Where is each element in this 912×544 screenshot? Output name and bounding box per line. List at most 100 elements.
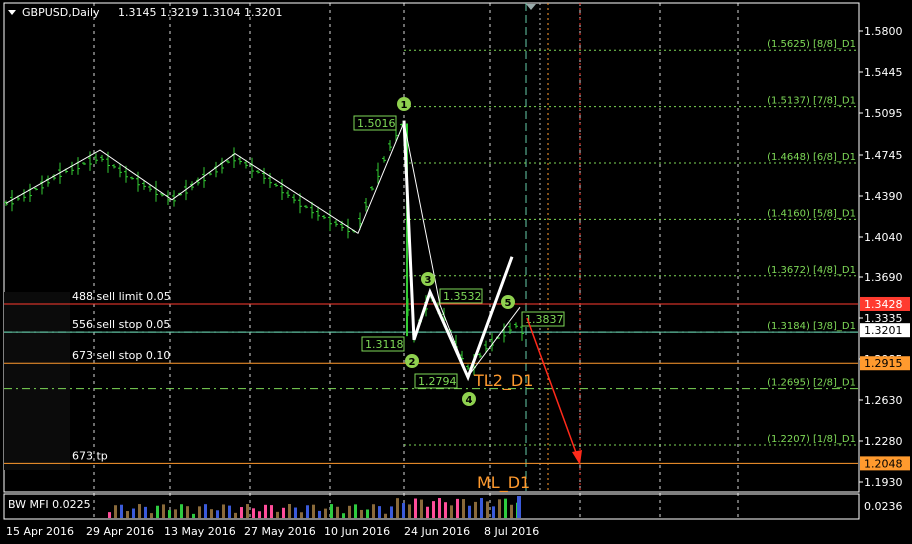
mfi-bar [258, 511, 261, 518]
mfi-bar [270, 505, 273, 518]
time-axis-label: 29 Apr 2016 [86, 525, 154, 538]
wave-value: 1.3532 [443, 290, 482, 303]
mfi-bar [168, 510, 171, 518]
mfi-bar [402, 503, 405, 518]
chart-symbol: GBPUSD,Daily [22, 6, 100, 19]
wave-value: 1.5016 [357, 117, 396, 130]
mfi-bar [174, 509, 177, 518]
price-axis-label: 1.4745 [864, 149, 903, 162]
wave-number: 5 [505, 298, 512, 309]
mfi-bar [186, 506, 189, 518]
murrey-level-label: (1.5625) [8/8]_D1 [767, 39, 856, 50]
mfi-bar [480, 498, 483, 518]
mfi-bar [264, 504, 267, 518]
mfi-bar [132, 508, 135, 518]
mfi-bar [408, 504, 411, 518]
mfi-bar [510, 504, 513, 518]
price-axis-label: 1.2630 [864, 394, 903, 407]
price-tag-label: 1.2048 [864, 457, 903, 470]
wave-value: 1.3118 [365, 338, 404, 351]
order-label: 673 tp [72, 449, 108, 462]
order-label: 488 sell limit 0.05 [72, 290, 171, 303]
mfi-bar [438, 498, 441, 518]
price-axis-label: 1.4040 [864, 231, 903, 244]
price-axis[interactable]: 1.5800 1.5445 1.5095 1.4745 1.4390 1.4040 1.36… [859, 25, 910, 489]
mfi-bar [342, 513, 345, 518]
mfi-bar [324, 508, 327, 518]
mfi-bar [360, 509, 363, 518]
chart-window[interactable]: (1.5625) [8/8]_D1 (1.5137) [7/8]_D1 (1.464… [0, 0, 912, 544]
price-axis-label: 1.1930 [864, 476, 903, 489]
mfi-bar [144, 506, 147, 518]
mfi-bar [252, 508, 255, 518]
mfi-bar [222, 504, 225, 518]
mfi-bar [366, 509, 369, 518]
mfi-bar [294, 507, 297, 518]
price-axis-label: 1.3690 [864, 271, 903, 284]
murrey-level-label: (1.2695) [2/8]_D1 [767, 378, 856, 389]
mfi-bar [390, 506, 393, 518]
mfi-bar [276, 511, 279, 518]
wave-value: 1.3837 [525, 313, 564, 326]
order-label: 673 sell stop 0.10 [72, 349, 170, 362]
murrey-level-label: (1.5137) [7/8]_D1 [767, 96, 856, 107]
mfi-bar [330, 504, 333, 518]
wave-number: 4 [466, 395, 473, 406]
mfi-bar [318, 510, 321, 518]
mfi-bar [126, 511, 129, 518]
mfi-bar [216, 510, 219, 518]
main-chart-frame [3, 2, 860, 493]
tl2-label: TL2_D1 [473, 371, 533, 391]
mfi-bar [450, 505, 453, 518]
murrey-level-label: (1.3672) [4/8]_D1 [767, 265, 856, 276]
mfi-bar [474, 501, 477, 518]
mfi-bar [348, 505, 351, 518]
mfi-bar [114, 505, 117, 518]
mfi-bar [120, 504, 123, 518]
time-axis[interactable]: 15 Apr 2016 29 Apr 2016 13 May 2016 27 May … [6, 525, 539, 538]
mfi-bar [162, 504, 165, 518]
mfi-bar [444, 502, 447, 518]
mfi-bar [312, 504, 315, 518]
time-axis-label: 13 May 2016 [164, 525, 236, 538]
mfi-bar [228, 505, 231, 518]
wave-value: 1.2794 [418, 375, 457, 388]
order-label: 556 sell stop 0.05 [72, 318, 170, 331]
murrey-level-label: (1.2207) [1/8]_D1 [767, 434, 856, 445]
murrey-level-label: (1.4160) [5/8]_D1 [767, 208, 856, 219]
mfi-bar [108, 512, 111, 518]
indicator-axis-label: 0.0236 [864, 500, 903, 513]
mfi-bar [517, 496, 521, 518]
mfi-bar [198, 506, 201, 518]
mfi-bar [240, 507, 243, 518]
mfi-bar [192, 513, 195, 518]
chart-ohlc: 1.3145 1.3219 1.3104 1.3201 [118, 6, 282, 19]
murrey-level-label: (1.4648) [6/8]_D1 [767, 152, 856, 163]
price-axis-label: 1.5095 [864, 107, 903, 120]
mfi-bar [492, 506, 495, 518]
mfi-bar [150, 513, 153, 518]
mfi-bar [306, 505, 309, 518]
mfi-bar [288, 504, 291, 518]
price-tag-label: 1.2915 [864, 357, 903, 370]
mfi-bar [456, 498, 459, 518]
wave-number: 3 [425, 275, 432, 286]
time-axis-label: 27 May 2016 [244, 525, 316, 538]
mfi-bar [246, 504, 249, 518]
mfi-bar [432, 501, 435, 518]
mfi-bar [384, 513, 387, 518]
price-tag-label: 1.3201 [864, 324, 903, 337]
order-panel-shade [4, 292, 70, 470]
murrey-level-label: (1.3184) [3/8]_D1 [767, 321, 856, 332]
mfi-bar [486, 501, 489, 518]
mfi-bar [138, 504, 141, 518]
mfi-bar [426, 506, 429, 518]
time-axis-label: 10 Jun 2016 [324, 525, 390, 538]
time-axis-label: 24 Jun 2016 [404, 525, 470, 538]
mfi-bar [414, 498, 417, 518]
mfi-bar [354, 504, 357, 518]
mfi-bar [180, 504, 183, 518]
mfi-bar [462, 499, 465, 518]
mfi-bar [234, 512, 237, 518]
price-axis-label: 1.5445 [864, 66, 903, 79]
